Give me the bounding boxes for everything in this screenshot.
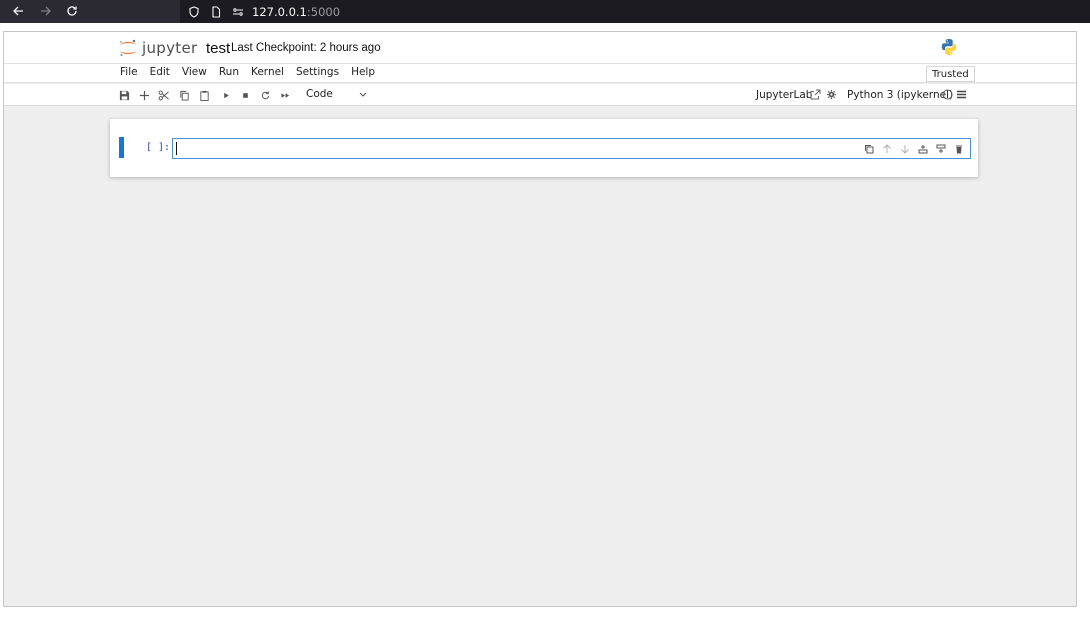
insert-below-icon (936, 144, 945, 153)
kernel-name[interactable]: Python 3 (ipykernel) (847, 89, 953, 101)
save-icon (119, 90, 129, 100)
kernel-idle-icon (942, 89, 953, 100)
external-link-icon (810, 89, 821, 100)
input-prompt: [ ]: (146, 142, 171, 153)
plus-icon (139, 90, 149, 100)
arrow-up-icon (882, 143, 891, 153)
stop-icon (242, 92, 248, 98)
trusted-indicator[interactable]: Trusted (926, 66, 975, 82)
menubar: File Edit View Run Kernel Settings Help … (4, 63, 1076, 83)
menu-file[interactable]: File (120, 66, 138, 78)
menu-edit[interactable]: Edit (150, 66, 170, 78)
jupyter-logo-icon (120, 39, 136, 57)
url-text: 127.0.0.1:5000 (252, 5, 340, 19)
back-button[interactable] (10, 3, 26, 19)
shield-icon (186, 4, 202, 20)
page-icon (208, 4, 224, 20)
restart-button[interactable] (258, 88, 272, 102)
notebook-toolbar: Code JupyterLab Python 3 (ipykernel) (4, 84, 1076, 106)
open-in-jupyterlab-link[interactable]: JupyterLab (756, 89, 812, 101)
restart-run-all-button[interactable] (278, 88, 292, 102)
forward-button[interactable] (38, 3, 54, 19)
last-checkpoint: Last Checkpoint: 2 hours ago (231, 42, 381, 54)
notebook-header: jupyter test Last Checkpoint: 2 hours ag… (4, 32, 1076, 63)
python-logo-icon (941, 39, 957, 55)
notebook-title[interactable]: test (206, 40, 230, 57)
menu-items: File Edit View Run Kernel Settings Help (120, 66, 375, 78)
interrupt-button[interactable] (238, 88, 252, 102)
reload-icon (67, 6, 77, 16)
chevron-down-icon[interactable] (358, 89, 368, 99)
connection-settings-icon[interactable] (230, 4, 246, 20)
menu-icon[interactable] (956, 89, 967, 100)
cell-type-select[interactable]: Code (306, 88, 333, 100)
paste-icon (199, 90, 209, 101)
menu-view[interactable]: View (182, 66, 207, 78)
logo-text: jupyter (142, 39, 198, 57)
duplicate-icon (864, 144, 873, 153)
insert-above-button[interactable] (917, 143, 928, 154)
run-button[interactable] (219, 88, 233, 102)
reload-button[interactable] (64, 3, 80, 19)
menu-kernel[interactable]: Kernel (251, 66, 284, 78)
insert-cell-button[interactable] (137, 88, 151, 102)
gear-icon[interactable] (826, 89, 837, 100)
insert-above-icon (918, 144, 927, 153)
menu-help[interactable]: Help (351, 66, 375, 78)
cell-collapser[interactable] (119, 137, 124, 158)
text-cursor (176, 142, 177, 155)
duplicate-cell-button[interactable] (863, 143, 874, 154)
move-down-button[interactable] (899, 143, 910, 154)
restart-icon (261, 90, 269, 99)
url-port: :5000 (306, 4, 341, 19)
arrow-right-icon (41, 6, 51, 16)
copy-button[interactable] (177, 88, 191, 102)
jupyter-notebook-app: jupyter test Last Checkpoint: 2 hours ag… (3, 31, 1077, 607)
scissors-icon (158, 90, 169, 100)
notebook-panel: [ ]: (110, 119, 978, 177)
save-button[interactable] (117, 88, 131, 102)
address-bar[interactable]: 127.0.0.1:5000 (180, 0, 1090, 23)
play-icon (223, 92, 229, 98)
cell-toolbar (863, 143, 964, 154)
cut-button[interactable] (156, 88, 170, 102)
url-host: 127.0.0.1 (252, 4, 307, 19)
copy-icon (179, 90, 189, 101)
arrow-left-icon (13, 6, 23, 16)
move-up-button[interactable] (881, 143, 892, 154)
paste-button[interactable] (197, 88, 211, 102)
fast-forward-icon (280, 92, 289, 98)
trash-icon (955, 145, 962, 153)
menu-settings[interactable]: Settings (296, 66, 339, 78)
browser-toolbar: 127.0.0.1:5000 (0, 0, 1090, 23)
code-cell-editor[interactable] (172, 138, 971, 159)
delete-cell-button[interactable] (953, 143, 964, 154)
jupyter-logo[interactable]: jupyter (118, 38, 197, 58)
insert-below-button[interactable] (935, 143, 946, 154)
arrow-down-icon (900, 144, 909, 154)
menu-run[interactable]: Run (219, 66, 239, 78)
